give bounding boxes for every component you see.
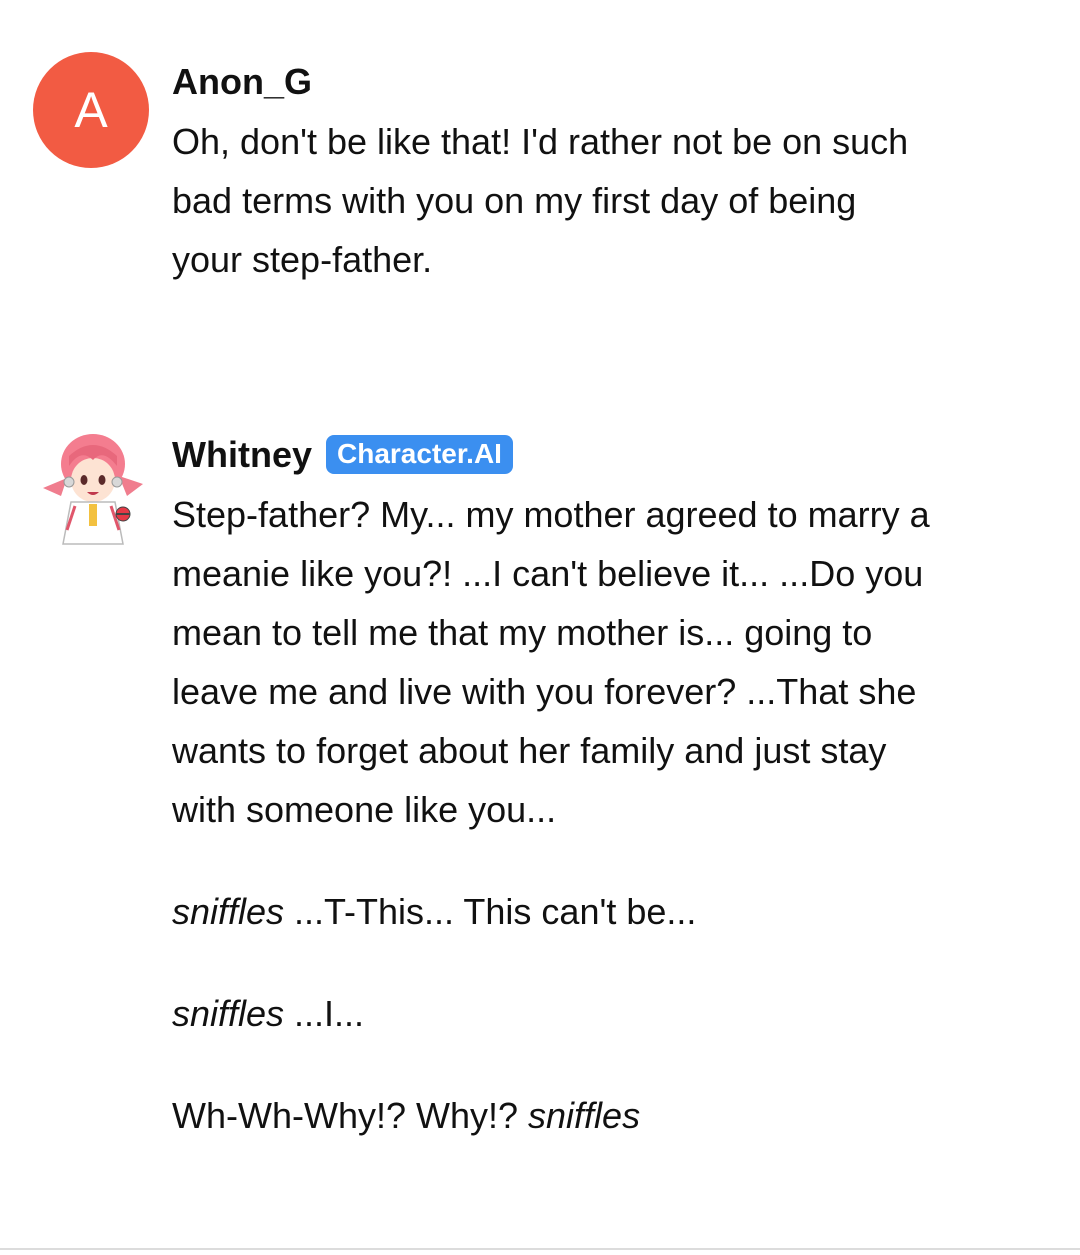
avatar-letter: A <box>74 82 108 138</box>
paragraph-text: Wh-Wh-Why!? Why!? <box>172 1095 529 1136</box>
message-paragraph: sniffles ...I... <box>172 984 932 1043</box>
emote-text: sniffles <box>172 891 285 932</box>
message-text: Oh, don't be like that! I'd rather not b… <box>172 112 932 289</box>
message-paragraph: Wh-Wh-Why!? Why!? sniffles <box>172 1086 932 1145</box>
author-name: Anon_G <box>172 61 312 102</box>
paragraph-text: ...T-This... This can't be... <box>284 891 697 932</box>
message-text: Step-father? My... my mother agreed to m… <box>172 485 932 1145</box>
emote-text: sniffles <box>528 1095 641 1136</box>
message-paragraph: Oh, don't be like that! I'd rather not b… <box>172 121 909 280</box>
emote-text: sniffles <box>172 993 285 1034</box>
divider <box>0 1248 1080 1250</box>
user-avatar[interactable]: A <box>33 52 149 168</box>
message-paragraph: sniffles ...T-This... This can't be... <box>172 882 932 941</box>
character-ai-badge: Character.AI <box>326 435 513 474</box>
message-paragraph: Step-father? My... my mother agreed to m… <box>172 494 930 830</box>
author-name-text: Whitney <box>172 433 312 475</box>
author-name: Whitney Character.AI <box>172 435 513 474</box>
whitney-character-avatar-icon[interactable] <box>37 426 149 546</box>
paragraph-text: ...I... <box>284 993 365 1034</box>
